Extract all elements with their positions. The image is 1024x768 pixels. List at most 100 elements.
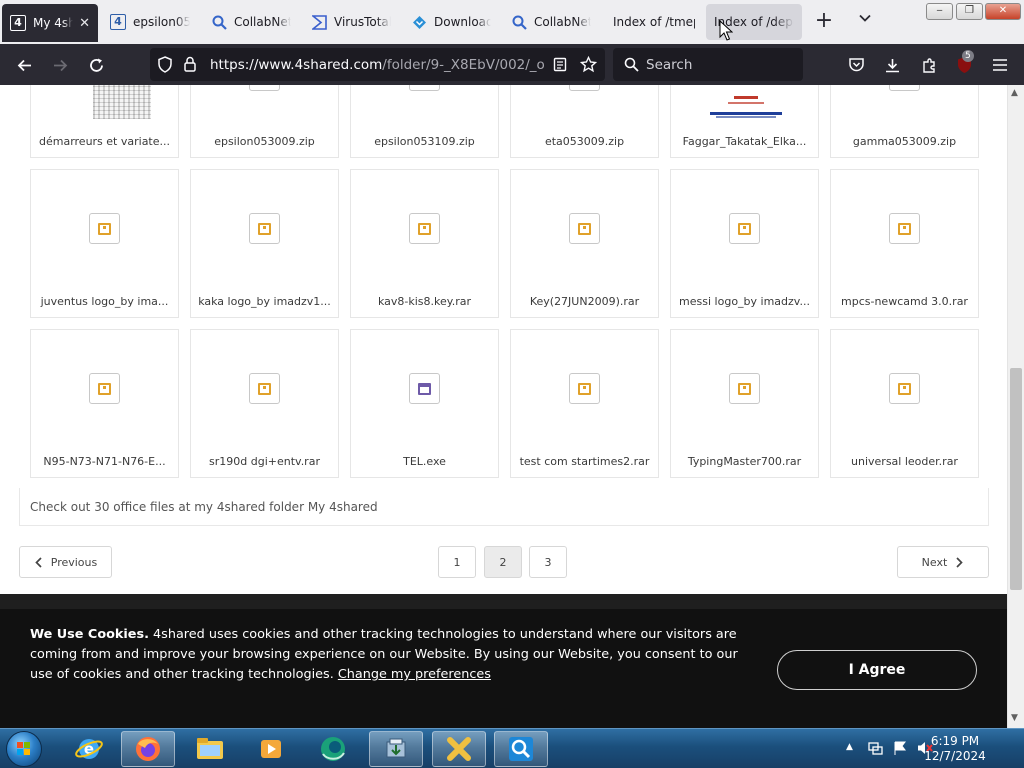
action-center-flag-icon[interactable] xyxy=(892,740,908,756)
tab-virustotal[interactable]: VirusTotal xyxy=(303,4,399,40)
close-tab-icon[interactable]: ✕ xyxy=(79,16,90,31)
file-thumbnail[interactable] xyxy=(351,330,498,447)
file-thumbnail[interactable] xyxy=(31,170,178,287)
file-thumbnail[interactable] xyxy=(31,85,178,127)
file-thumbnail[interactable] xyxy=(191,170,338,287)
green-app-taskbar-button[interactable] xyxy=(306,731,360,767)
file-explorer-taskbar-button[interactable] xyxy=(183,731,237,767)
page-1-button[interactable]: 1 xyxy=(438,546,476,578)
file-thumbnail[interactable] xyxy=(671,330,818,447)
list-all-tabs-button[interactable] xyxy=(853,10,877,34)
scroll-up-arrow-icon[interactable]: ▲ xyxy=(1011,88,1018,98)
forward-button[interactable] xyxy=(47,52,73,78)
search-bar[interactable]: Search xyxy=(613,48,803,81)
page-3-button[interactable]: 3 xyxy=(529,546,567,578)
file-name[interactable]: kaka logo_by imadzv1... xyxy=(195,295,334,308)
file-card[interactable]: TypingMaster700.rar xyxy=(670,329,819,478)
file-card[interactable]: gamma053009.zip xyxy=(830,85,979,158)
file-thumbnail[interactable] xyxy=(511,85,658,127)
file-thumbnail[interactable] xyxy=(671,170,818,287)
file-name[interactable]: epsilon053009.zip xyxy=(195,135,334,148)
show-hidden-icons-button[interactable]: ▲ xyxy=(846,742,853,752)
file-card[interactable]: universal leoder.rar xyxy=(830,329,979,478)
file-thumbnail[interactable] xyxy=(31,330,178,447)
file-name[interactable]: N95-N73-N71-N76-E... xyxy=(35,455,174,468)
file-thumbnail[interactable] xyxy=(191,85,338,127)
installer-taskbar-button[interactable] xyxy=(369,731,423,767)
file-name[interactable]: messi logo_by imadzv... xyxy=(675,295,814,308)
start-button[interactable] xyxy=(6,731,42,767)
file-name[interactable]: epsilon053109.zip xyxy=(355,135,494,148)
lock-icon[interactable] xyxy=(183,56,197,73)
file-name[interactable]: Faggar_Takatak_Elka... xyxy=(675,135,814,148)
bookmark-star-icon[interactable] xyxy=(580,56,597,73)
file-thumbnail[interactable] xyxy=(351,85,498,127)
file-card[interactable]: mpcs-newcamd 3.0.rar xyxy=(830,169,979,318)
file-name[interactable]: Key(27JUN2009).rar xyxy=(515,295,654,308)
page-2-button[interactable]: 2 xyxy=(484,546,522,578)
file-thumbnail[interactable] xyxy=(831,330,978,447)
change-preferences-link[interactable]: Change my preferences xyxy=(338,667,491,682)
file-card[interactable]: test com startimes2.rar xyxy=(510,329,659,478)
file-name[interactable]: démarreurs et variate... xyxy=(35,135,174,148)
restore-button[interactable]: ❐ xyxy=(956,3,983,20)
tab-collabnet-1[interactable]: CollabNet xyxy=(203,4,299,40)
back-button[interactable] xyxy=(11,52,37,78)
previous-page-button[interactable]: Previous xyxy=(19,546,112,578)
file-name[interactable]: eta053009.zip xyxy=(515,135,654,148)
file-thumbnail[interactable] xyxy=(191,330,338,447)
file-card[interactable]: eta053009.zip xyxy=(510,85,659,158)
file-card[interactable]: sr190d dgi+entv.rar xyxy=(190,329,339,478)
minimize-button[interactable]: ‒ xyxy=(926,3,953,20)
clock[interactable]: 6:19 PM 12/7/2024 xyxy=(920,734,990,764)
tab-download[interactable]: Download xyxy=(403,4,499,40)
file-name[interactable]: universal leoder.rar xyxy=(835,455,974,468)
file-name[interactable]: mpcs-newcamd 3.0.rar xyxy=(835,295,974,308)
reload-button[interactable] xyxy=(83,52,109,78)
app-menu-button[interactable] xyxy=(987,52,1013,78)
file-card[interactable]: démarreurs et variate... xyxy=(30,85,179,158)
file-card[interactable]: epsilon053109.zip xyxy=(350,85,499,158)
internet-explorer-taskbar-button[interactable]: e xyxy=(62,731,116,767)
file-card[interactable]: Key(27JUN2009).rar xyxy=(510,169,659,318)
extensions-button[interactable] xyxy=(916,52,942,78)
file-thumbnail[interactable] xyxy=(831,85,978,127)
scroll-down-arrow-icon[interactable]: ▼ xyxy=(1011,713,1018,723)
i-agree-button[interactable]: I Agree xyxy=(777,650,977,690)
new-tab-button[interactable]: + xyxy=(812,10,836,34)
file-name[interactable]: test com startimes2.rar xyxy=(515,455,654,468)
file-thumbnail[interactable] xyxy=(511,170,658,287)
file-thumbnail[interactable] xyxy=(831,170,978,287)
tab-my-4shared[interactable]: 4 My 4shared ✕ xyxy=(2,4,98,42)
tab-collabnet-2[interactable]: CollabNet xyxy=(503,4,599,40)
search-app-taskbar-button[interactable] xyxy=(494,731,548,767)
file-thumbnail[interactable] xyxy=(511,330,658,447)
file-card[interactable]: epsilon053009.zip xyxy=(190,85,339,158)
media-player-taskbar-button[interactable] xyxy=(244,731,298,767)
file-card[interactable]: N95-N73-N71-N76-E... xyxy=(30,329,179,478)
vertical-scrollbar[interactable]: ▲ ▼ xyxy=(1007,85,1024,728)
file-card[interactable]: kaka logo_by imadzv1... xyxy=(190,169,339,318)
file-card[interactable]: messi logo_by imadzv... xyxy=(670,169,819,318)
shield-icon[interactable] xyxy=(157,56,173,73)
file-name[interactable]: kav8-kis8.key.rar xyxy=(355,295,494,308)
tab-epsilon053009[interactable]: 4 epsilon053009 xyxy=(102,4,198,40)
file-name[interactable]: TEL.exe xyxy=(355,455,494,468)
file-card[interactable]: juventus logo_by ima... xyxy=(30,169,179,318)
pocket-button[interactable] xyxy=(843,52,869,78)
tools-taskbar-button[interactable] xyxy=(432,731,486,767)
file-card[interactable]: kav8-kis8.key.rar xyxy=(350,169,499,318)
file-name[interactable]: juventus logo_by ima... xyxy=(35,295,174,308)
scrollbar-thumb[interactable] xyxy=(1010,368,1022,590)
tab-index-of-tmep[interactable]: Index of /tmep xyxy=(605,4,703,40)
close-window-button[interactable]: ✕ xyxy=(985,3,1021,20)
reader-view-icon[interactable] xyxy=(553,57,567,72)
file-name[interactable]: gamma053009.zip xyxy=(835,135,974,148)
file-name[interactable]: TypingMaster700.rar xyxy=(675,455,814,468)
url-bar[interactable]: https://www.4shared.com/folder/9-_X8EbV/… xyxy=(150,48,605,81)
file-name[interactable]: sr190d dgi+entv.rar xyxy=(195,455,334,468)
file-thumbnail[interactable] xyxy=(351,170,498,287)
file-card[interactable]: Faggar_Takatak_Elka... xyxy=(670,85,819,158)
downloads-button[interactable] xyxy=(879,52,905,78)
file-card[interactable]: TEL.exe xyxy=(350,329,499,478)
